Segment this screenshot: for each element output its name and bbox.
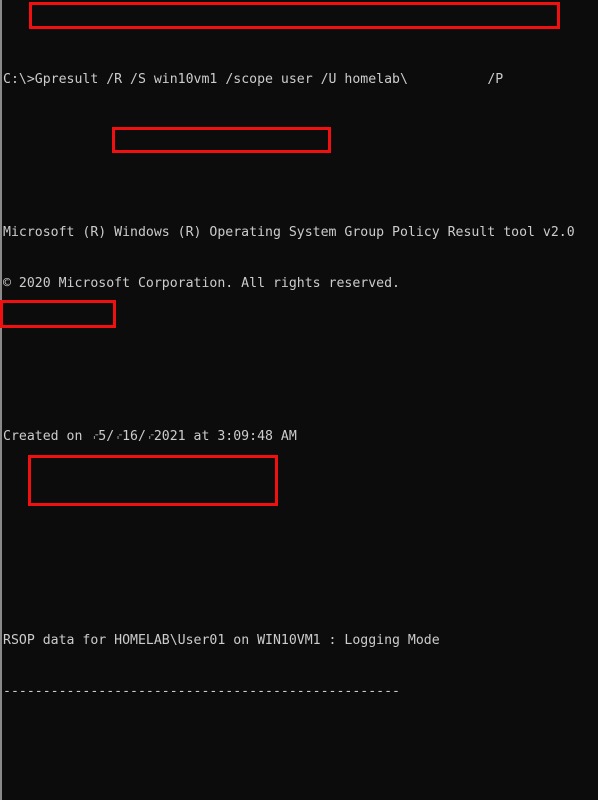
rsop-header-line: RSOP data for HOMELAB\User01 on WIN10VM1… <box>3 632 595 649</box>
spacer-line <box>3 547 595 564</box>
command-line: C:\>Gpresult /R /S win10vm1 /scope user … <box>3 71 595 88</box>
window-left-border <box>0 0 2 800</box>
command-prompt-window[interactable]: C:\>Gpresult /R /S win10vm1 /scope user … <box>0 0 598 800</box>
rsop-prefix: RSOP data for <box>3 633 115 648</box>
banner-line-2: © 2020 Microsoft Corporation. All rights… <box>3 276 400 291</box>
command-text: Gpresult /R /S win10vm1 /scope user /U h… <box>34 72 504 87</box>
spacer-line <box>3 751 595 768</box>
rsop-separator: ----------------------------------------… <box>3 684 400 699</box>
prompt-text: C:\> <box>3 72 35 87</box>
rsop-target: HOMELAB\User01 on WIN10VM1 <box>114 633 321 648</box>
banner-line-1: Microsoft (R) Windows (R) Operating Syst… <box>3 225 575 240</box>
spacer-line <box>3 343 595 360</box>
created-on-line: Created on ⌌5/⌌16/⌌2021 at 3:09:48 AM <box>3 429 297 444</box>
spacer-line <box>3 496 595 513</box>
spacer-line <box>3 139 595 156</box>
console-output-area[interactable]: C:\>Gpresult /R /S win10vm1 /scope user … <box>3 3 595 800</box>
rsop-suffix: : Logging Mode <box>320 633 440 648</box>
